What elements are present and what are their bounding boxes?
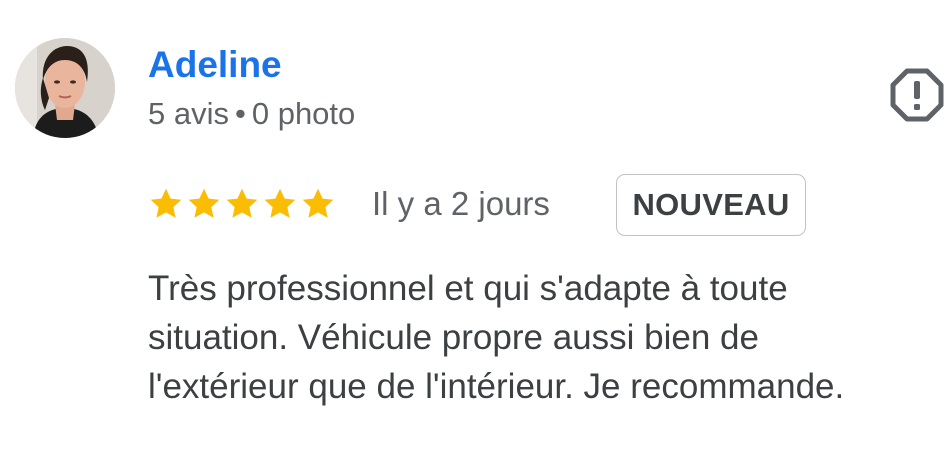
reviews-count: 5 avis xyxy=(148,96,229,131)
meta-separator: • xyxy=(234,96,246,131)
author-meta: 5 avis • 0 photo xyxy=(148,94,355,134)
photos-count: 0 photo xyxy=(251,96,356,131)
star-icon xyxy=(302,188,334,218)
star-icon xyxy=(188,188,220,218)
avatar-image xyxy=(15,38,115,138)
star-icon xyxy=(226,188,258,218)
review-text-line: l'extérieur que de l'intérieur. Je recom… xyxy=(148,367,845,406)
review-text-line: situation. Véhicule propre aussi bien de xyxy=(148,318,759,357)
new-badge: NOUVEAU xyxy=(616,174,806,236)
avatar[interactable] xyxy=(15,38,115,138)
star-icon xyxy=(264,188,296,218)
star-icon xyxy=(150,188,182,218)
review-text-line: Très professionnel et qui s'adapte à tou… xyxy=(148,269,788,308)
star-rating xyxy=(148,186,336,226)
review-time: Il y a 2 jours xyxy=(372,185,550,222)
review-text: Très professionnel et qui s'adapte à tou… xyxy=(148,264,948,411)
author-name[interactable]: Adeline xyxy=(148,40,282,90)
report-flag-icon[interactable] xyxy=(890,68,944,122)
review-card: Adeline 5 avis • 0 photo Il y a 2 jours NO… xyxy=(0,0,951,458)
